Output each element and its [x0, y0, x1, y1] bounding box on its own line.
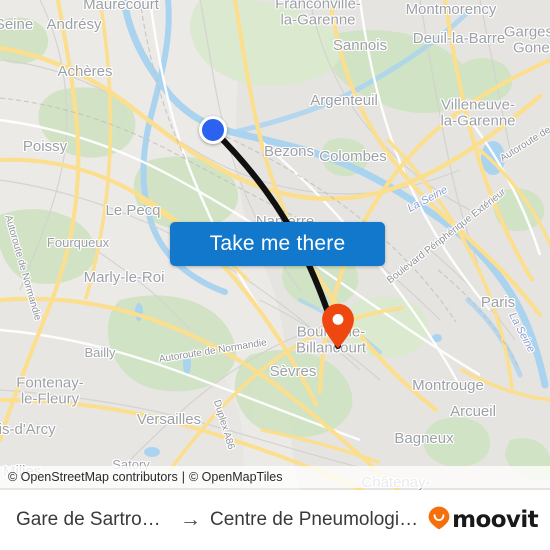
map-attribution: © OpenStreetMap contributors | © OpenMap… — [0, 466, 550, 488]
map-canvas[interactable]: SeineAndrésyMaurecourtAchèresPoissyLe Pe… — [0, 0, 550, 490]
trip-destination-label: Centre de Pneumologie de L... — [210, 509, 420, 530]
trip-title: Gare de Sartrouville ... → Centre de Pne… — [16, 508, 420, 532]
arrow-right-icon: → — [180, 508, 201, 531]
trip-footer-bar: Gare de Sartrouville ... → Centre de Pne… — [0, 490, 550, 550]
origin-dot-marker[interactable] — [199, 116, 227, 144]
attribution-osm[interactable]: © OpenStreetMap contributors — [8, 470, 178, 484]
take-me-there-button[interactable]: Take me there — [170, 222, 385, 266]
moovit-logo[interactable]: moovit — [428, 506, 539, 535]
destination-pin-marker[interactable] — [321, 303, 355, 349]
take-me-there-label: Take me there — [209, 232, 346, 255]
attribution-maptiles[interactable]: © OpenMapTiles — [189, 470, 283, 484]
moovit-map-screenshot: SeineAndrésyMaurecourtAchèresPoissyLe Pe… — [0, 0, 550, 550]
trip-origin-label: Gare de Sartrouville ... — [16, 509, 171, 530]
moovit-pin-smiley-icon — [428, 506, 450, 535]
moovit-wordmark: moovit — [452, 507, 538, 533]
attribution-separator: | — [181, 470, 185, 484]
